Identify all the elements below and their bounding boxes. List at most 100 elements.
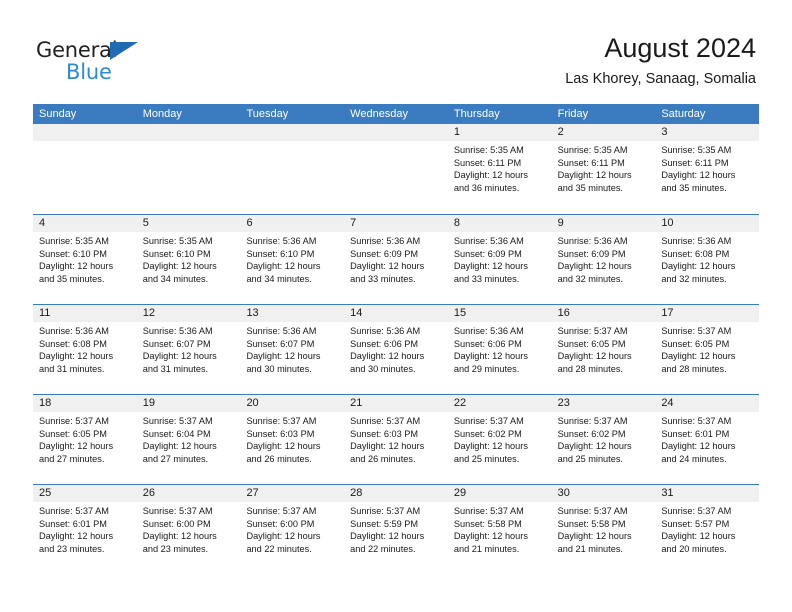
daylight-text-line1: Daylight: 12 hours bbox=[39, 441, 114, 452]
calendar-day-cell[interactable]: 4 Sunrise: 5:35 AM Sunset: 6:10 PM Daylight… bbox=[33, 215, 137, 304]
day-number: 18 bbox=[33, 395, 137, 412]
daylight-text-line2: and 34 minutes. bbox=[246, 273, 312, 284]
daylight-text-line2: and 27 minutes. bbox=[142, 453, 209, 464]
day-info: Sunrise: 5:36 AM Sunset: 6:09 PM Daylight:… bbox=[552, 232, 656, 285]
sunset-text: Sunset: 6:01 PM bbox=[661, 428, 730, 439]
day-info: Sunrise: 5:36 AM Sunset: 6:09 PM Daylight:… bbox=[448, 232, 552, 285]
sunset-text: Sunset: 6:06 PM bbox=[453, 338, 522, 349]
sunrise-text: Sunrise: 5:35 AM bbox=[453, 145, 524, 155]
daylight-text-line2: and 21 minutes. bbox=[557, 543, 623, 554]
calendar-day-cell[interactable]: 15 Sunrise: 5:36 AM Sunset: 6:06 PM Dayligh… bbox=[447, 305, 552, 394]
sunrise-text: Sunrise: 5:37 AM bbox=[453, 506, 524, 516]
sunset-text: Sunset: 6:07 PM bbox=[142, 338, 211, 349]
calendar-day-cell[interactable]: 27 Sunrise: 5:37 AM Sunset: 6:00 PM Dayligh… bbox=[240, 485, 345, 574]
calendar-day-cell[interactable]: 31 Sunrise: 5:37 AM Sunset: 5:57 PM Dayligh… bbox=[655, 485, 760, 574]
calendar-week-row: 25 Sunrise: 5:37 AM Sunset: 6:01 PM Dayligh… bbox=[33, 484, 760, 574]
daylight-text-line1: Daylight: 12 hours bbox=[350, 261, 425, 272]
sunrise-text: Sunrise: 5:36 AM bbox=[246, 326, 317, 336]
daylight-text-line2: and 26 minutes. bbox=[350, 453, 416, 464]
day-number: 15 bbox=[447, 305, 552, 322]
brand-logo[interactable]: General Blue bbox=[36, 38, 166, 86]
day-info: Sunrise: 5:37 AM Sunset: 6:05 PM Daylight:… bbox=[655, 322, 759, 375]
day-info: Sunrise: 5:36 AM Sunset: 6:06 PM Daylight:… bbox=[344, 322, 448, 375]
calendar-day-cell[interactable]: 7 Sunrise: 5:36 AM Sunset: 6:09 PM Daylight… bbox=[344, 215, 448, 304]
weekday-header-monday: Monday bbox=[142, 108, 182, 120]
daylight-text-line1: Daylight: 12 hours bbox=[453, 531, 528, 542]
day-info: Sunrise: 5:35 AM Sunset: 6:10 PM Daylight:… bbox=[33, 232, 137, 285]
day-info: Sunrise: 5:35 AM Sunset: 6:11 PM Daylight:… bbox=[655, 141, 759, 194]
weekday-header-wednesday: Wednesday bbox=[350, 108, 409, 120]
sunset-text: Sunset: 6:02 PM bbox=[453, 428, 522, 439]
calendar-day-cell[interactable]: 19 Sunrise: 5:37 AM Sunset: 6:04 PM Dayligh… bbox=[136, 395, 241, 484]
sunrise-text: Sunrise: 5:35 AM bbox=[39, 236, 109, 246]
daylight-text-line2: and 34 minutes. bbox=[142, 273, 209, 284]
sunrise-text: Sunrise: 5:37 AM bbox=[557, 506, 628, 516]
sunset-text: Sunset: 5:57 PM bbox=[661, 518, 730, 529]
calendar-day-cell[interactable]: 2 Sunrise: 5:35 AM Sunset: 6:11 PM Daylight… bbox=[551, 124, 656, 214]
brand-logo-general-text: General bbox=[36, 38, 118, 62]
calendar-day-cell[interactable]: 16 Sunrise: 5:37 AM Sunset: 6:05 PM Dayligh… bbox=[551, 305, 656, 394]
calendar-day-cell[interactable]: 18 Sunrise: 5:37 AM Sunset: 6:05 PM Dayligh… bbox=[33, 395, 137, 484]
day-info: Sunrise: 5:37 AM Sunset: 6:02 PM Daylight:… bbox=[448, 412, 552, 465]
calendar-day-cell[interactable]: 13 Sunrise: 5:36 AM Sunset: 6:07 PM Dayligh… bbox=[240, 305, 345, 394]
day-number: 2 bbox=[551, 124, 656, 141]
day-number: 1 bbox=[447, 124, 552, 141]
day-number: 25 bbox=[33, 485, 137, 502]
calendar-day-cell[interactable]: 5 Sunrise: 5:35 AM Sunset: 6:10 PM Daylight… bbox=[136, 215, 241, 304]
calendar-day-cell[interactable]: 3 Sunrise: 5:35 AM Sunset: 6:11 PM Daylight… bbox=[655, 124, 760, 214]
calendar-day-cell[interactable]: 11 Sunrise: 5:36 AM Sunset: 6:08 PM Dayligh… bbox=[33, 305, 137, 394]
calendar-day-cell[interactable]: 30 Sunrise: 5:37 AM Sunset: 5:58 PM Dayligh… bbox=[551, 485, 656, 574]
calendar-day-cell[interactable]: 20 Sunrise: 5:37 AM Sunset: 6:03 PM Dayligh… bbox=[240, 395, 345, 484]
calendar-day-cell[interactable]: 1 Sunrise: 5:35 AM Sunset: 6:11 PM Daylight… bbox=[447, 124, 552, 214]
daylight-text-line1: Daylight: 12 hours bbox=[39, 351, 114, 362]
calendar-day-cell[interactable]: 14 Sunrise: 5:36 AM Sunset: 6:06 PM Dayligh… bbox=[344, 305, 448, 394]
calendar-grid: Sunday Monday Tuesday Wednesday Thursday… bbox=[33, 104, 760, 574]
sunrise-text: Sunrise: 5:37 AM bbox=[39, 506, 109, 516]
day-info: Sunrise: 5:35 AM Sunset: 6:11 PM Daylight:… bbox=[552, 141, 656, 194]
day-number: 9 bbox=[551, 215, 656, 232]
daylight-text-line1: Daylight: 12 hours bbox=[246, 531, 321, 542]
calendar-day-cell[interactable]: 10 Sunrise: 5:36 AM Sunset: 6:08 PM Dayligh… bbox=[655, 215, 760, 304]
daylight-text-line2: and 30 minutes. bbox=[350, 363, 416, 374]
sunset-text: Sunset: 6:09 PM bbox=[350, 248, 419, 259]
calendar-day-cell[interactable]: 21 Sunrise: 5:37 AM Sunset: 6:03 PM Dayligh… bbox=[344, 395, 448, 484]
sunrise-text: Sunrise: 5:37 AM bbox=[246, 506, 317, 516]
daylight-text-line1: Daylight: 12 hours bbox=[453, 441, 528, 452]
day-number: 22 bbox=[447, 395, 552, 412]
daylight-text-line2: and 21 minutes. bbox=[453, 543, 520, 554]
calendar-day-cell[interactable]: 24 Sunrise: 5:37 AM Sunset: 6:01 PM Dayligh… bbox=[655, 395, 760, 484]
daylight-text-line2: and 31 minutes. bbox=[39, 363, 105, 374]
calendar-day-cell[interactable]: 9 Sunrise: 5:36 AM Sunset: 6:09 PM Daylight… bbox=[551, 215, 656, 304]
daylight-text-line2: and 25 minutes. bbox=[557, 453, 623, 464]
daylight-text-line1: Daylight: 12 hours bbox=[557, 170, 632, 181]
day-info: Sunrise: 5:37 AM Sunset: 6:02 PM Daylight:… bbox=[552, 412, 656, 465]
calendar-day-cell[interactable]: 23 Sunrise: 5:37 AM Sunset: 6:02 PM Dayligh… bbox=[551, 395, 656, 484]
daylight-text-line1: Daylight: 12 hours bbox=[557, 441, 632, 452]
daylight-text-line2: and 36 minutes. bbox=[453, 182, 520, 193]
daylight-text-line1: Daylight: 12 hours bbox=[246, 351, 321, 362]
calendar-day-cell[interactable]: 26 Sunrise: 5:37 AM Sunset: 6:00 PM Dayligh… bbox=[136, 485, 241, 574]
calendar-day-cell[interactable]: 29 Sunrise: 5:37 AM Sunset: 5:58 PM Dayligh… bbox=[447, 485, 552, 574]
calendar-day-cell[interactable]: 17 Sunrise: 5:37 AM Sunset: 6:05 PM Dayligh… bbox=[655, 305, 760, 394]
sunrise-text: Sunrise: 5:36 AM bbox=[557, 236, 628, 246]
calendar-day-cell[interactable]: 12 Sunrise: 5:36 AM Sunset: 6:07 PM Dayligh… bbox=[136, 305, 241, 394]
sunrise-text: Sunrise: 5:37 AM bbox=[661, 506, 732, 516]
daylight-text-line2: and 35 minutes. bbox=[557, 182, 623, 193]
calendar-day-cell[interactable]: 8 Sunrise: 5:36 AM Sunset: 6:09 PM Daylight… bbox=[447, 215, 552, 304]
calendar-day-cell[interactable]: 28 Sunrise: 5:37 AM Sunset: 5:59 PM Dayligh… bbox=[344, 485, 448, 574]
day-info: Sunrise: 5:37 AM Sunset: 6:05 PM Daylight:… bbox=[552, 322, 656, 375]
day-number: 24 bbox=[655, 395, 760, 412]
calendar-day-cell[interactable]: 25 Sunrise: 5:37 AM Sunset: 6:01 PM Dayligh… bbox=[33, 485, 137, 574]
sunrise-text: Sunrise: 5:37 AM bbox=[350, 416, 421, 426]
daylight-text-line1: Daylight: 12 hours bbox=[557, 351, 632, 362]
sunrise-text: Sunrise: 5:37 AM bbox=[557, 416, 628, 426]
sunrise-text: Sunrise: 5:37 AM bbox=[142, 416, 213, 426]
day-number: 13 bbox=[240, 305, 345, 322]
daylight-text-line1: Daylight: 12 hours bbox=[142, 441, 217, 452]
day-number: 7 bbox=[344, 215, 448, 232]
daylight-text-line2: and 35 minutes. bbox=[39, 273, 105, 284]
calendar-day-cell[interactable]: 22 Sunrise: 5:37 AM Sunset: 6:02 PM Dayligh… bbox=[447, 395, 552, 484]
daylight-text-line1: Daylight: 12 hours bbox=[557, 531, 632, 542]
calendar-day-cell[interactable]: 6 Sunrise: 5:36 AM Sunset: 6:10 PM Daylight… bbox=[240, 215, 345, 304]
day-number: 30 bbox=[551, 485, 656, 502]
